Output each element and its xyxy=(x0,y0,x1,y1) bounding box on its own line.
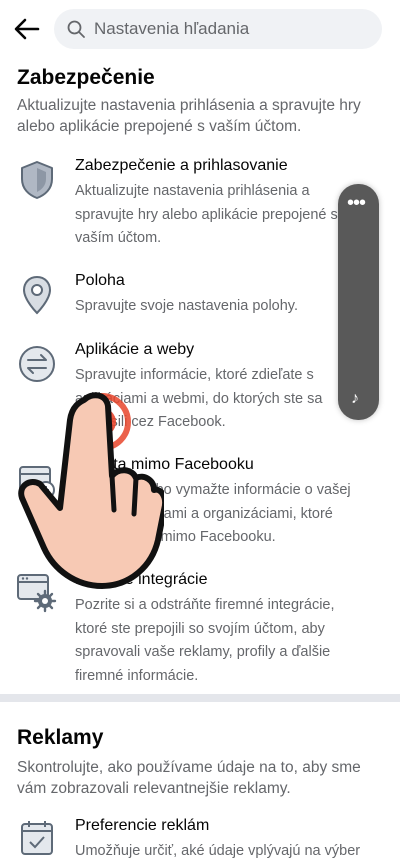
shield-icon xyxy=(16,159,58,201)
top-bar xyxy=(0,0,400,58)
settings-item-ad-preferences[interactable]: Preferencie reklám Umožňuje určiť, aké ú… xyxy=(0,817,400,859)
section-description-security: Aktualizujte nastavenia prihlásenia a sp… xyxy=(17,97,361,135)
item-title: Poloha xyxy=(75,272,125,289)
item-description: Umožňuje určiť, aké údaje vplývajú na vý… xyxy=(75,843,361,859)
search-field[interactable] xyxy=(54,9,382,49)
calendar-check-icon xyxy=(16,817,58,859)
item-description: Aktualizujte nastavenia prihlásenia a sp… xyxy=(75,183,338,246)
item-title: Preferencie reklám xyxy=(75,817,210,834)
search-input[interactable] xyxy=(94,19,364,39)
music-note-icon[interactable]: ♪ xyxy=(351,390,359,408)
floating-recorder-widget[interactable]: ••• ♪ xyxy=(338,184,379,420)
back-button[interactable] xyxy=(10,12,44,46)
item-description: Spravujte svoje nastavenia polohy. xyxy=(75,298,299,314)
pointing-hand-icon xyxy=(18,392,164,589)
section-description-ads: Skontrolujte, ako používame údaje na to,… xyxy=(17,759,361,797)
section-divider xyxy=(0,694,400,702)
more-options-icon[interactable]: ••• xyxy=(347,193,366,213)
item-description: Pozrite si a odstráňte firemné integráci… xyxy=(75,597,335,684)
swap-arrows-icon xyxy=(16,343,58,385)
section-title-security: Zabezpečenie xyxy=(17,66,155,89)
magnifier-icon xyxy=(66,19,86,39)
item-title: Aplikácie a weby xyxy=(75,341,195,358)
location-pin-icon xyxy=(16,274,58,316)
arrow-left-icon xyxy=(14,18,40,40)
item-title: Zabezpečenie a prihlasovanie xyxy=(75,157,288,174)
section-title-ads: Reklamy xyxy=(17,726,104,749)
